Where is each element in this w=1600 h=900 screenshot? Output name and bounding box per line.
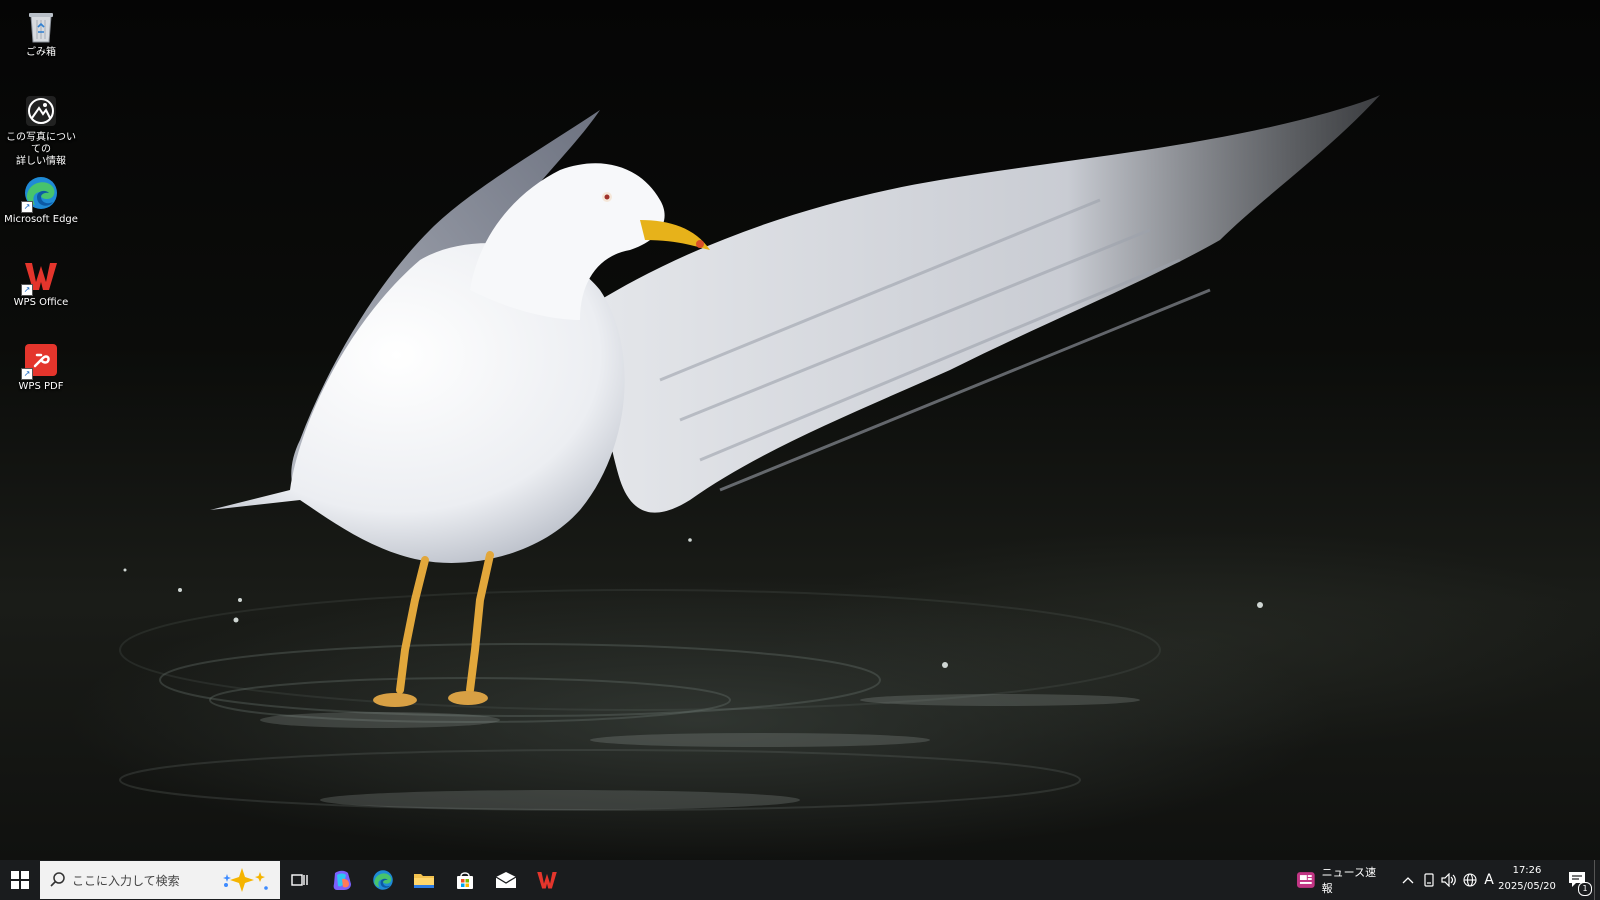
device-icon [1424,873,1434,887]
taskbar-file-explorer-button[interactable] [404,860,444,900]
ime-mode-indicator: A [1484,872,1494,888]
desktop-icon-recycle-bin[interactable]: ごみ箱 [2,8,80,59]
wps-office-icon [537,872,557,889]
news-widget-button[interactable]: ニュース速報 [1296,860,1386,900]
task-view-button[interactable] [281,860,319,900]
speaker-icon [1441,873,1456,887]
desktop-icon-wps-pdf[interactable]: ↗ WPS PDF [2,342,80,393]
desktop-icon-label: Microsoft Edge [4,214,78,225]
desktop-icon-photo-info[interactable]: この写真についての 詳しい情報 [2,93,80,168]
mail-icon [495,872,517,888]
file-explorer-icon [414,874,434,888]
clock-date: 2025/05/20 [1498,881,1556,892]
taskbar-wps-office-button[interactable] [527,860,567,900]
task-view-icon [291,874,308,886]
search-icon [50,872,65,887]
shortcut-arrow-icon: ↗ [21,284,33,296]
recycle-bin-icon [23,8,59,44]
copilot-icon [333,870,351,890]
shortcut-arrow-icon: ↗ [21,368,33,380]
desktop[interactable]: ごみ箱 この写真についての 詳しい情報 ↗ Microsoft Edge ↗ W… [0,0,1600,860]
notification-badge: 1 [1578,882,1592,896]
desktop-icon-label-line1: この写真についての [6,132,76,155]
taskbar-copilot-button[interactable] [322,860,362,900]
taskbar-edge-button[interactable] [363,860,403,900]
shortcut-arrow-icon: ↗ [21,201,33,213]
tray-device-button[interactable] [1419,860,1439,900]
show-desktop-button[interactable] [1594,860,1600,900]
edge-icon: ↗ [21,175,59,213]
photo-info-icon [23,93,59,129]
taskbar-microsoft-store-button[interactable] [445,860,485,900]
taskbar-mail-button[interactable] [486,860,526,900]
taskbar: ここに入力して検索 ニュース速報 A 17:26 2025/05/20 1 [0,860,1600,900]
clock[interactable]: 17:26 2025/05/20 [1497,863,1557,895]
clock-time: 17:26 [1512,865,1542,876]
start-button[interactable] [0,860,40,900]
volume-button[interactable] [1439,860,1459,900]
show-hidden-icons-button[interactable] [1398,860,1418,900]
search-placeholder: ここに入力して検索 [72,873,180,888]
notification-center-button[interactable]: 1 [1562,860,1592,900]
microsoft-store-icon [457,872,473,889]
wps-pdf-icon: ↗ [21,342,59,380]
windows-logo-icon [11,871,29,889]
ime-mode-button[interactable]: A [1479,860,1499,900]
desktop-icon-label: WPS PDF [18,381,64,392]
network-button[interactable] [1460,860,1480,900]
desktop-icon-label-line2: 詳しい情報 [16,156,66,167]
desktop-icon-label: WPS Office [13,297,69,308]
edge-icon [373,870,393,890]
wps-office-icon: ↗ [21,258,59,296]
desktop-icon-wps-office[interactable]: ↗ WPS Office [2,258,80,309]
search-input[interactable]: ここに入力して検索 [40,861,280,899]
news-icon [1296,872,1315,888]
chevron-up-icon [1402,877,1414,884]
search-highlight-icon [223,868,268,892]
desktop-icon-microsoft-edge[interactable]: ↗ Microsoft Edge [2,175,80,226]
globe-icon [1463,873,1477,887]
wallpaper-image [119,95,1380,811]
desktop-icon-label: ごみ箱 [26,47,56,58]
news-label: ニュース速報 [1321,866,1377,895]
